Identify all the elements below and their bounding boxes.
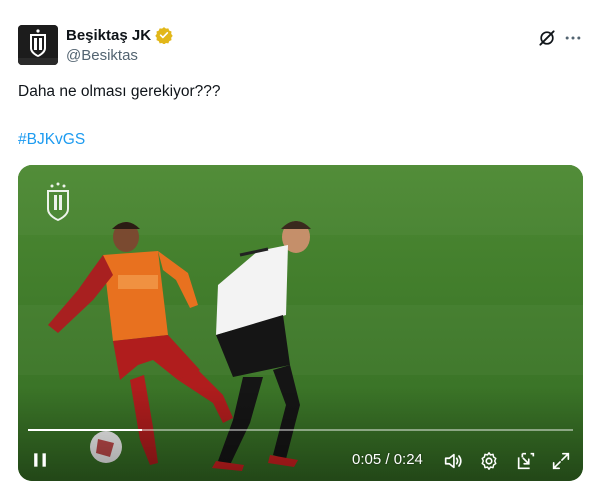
- settings-icon[interactable]: [478, 450, 500, 472]
- verified-badge-icon: [155, 27, 173, 44]
- more-icon[interactable]: [563, 28, 583, 48]
- tweet-text: Daha ne olması gerekiyor???: [18, 83, 221, 100]
- handle[interactable]: @Besiktas: [66, 47, 138, 64]
- display-name[interactable]: Beşiktaş JK: [66, 27, 151, 44]
- avatar[interactable]: [18, 25, 58, 65]
- video-progress-bar[interactable]: [28, 429, 573, 431]
- post-header: Beşiktaş JK @Besiktas: [18, 23, 583, 67]
- pause-icon[interactable]: [30, 450, 50, 470]
- video-frame: [18, 165, 583, 481]
- video-progress-fill: [28, 429, 143, 431]
- name-row: Beşiktaş JK: [66, 26, 173, 44]
- volume-icon[interactable]: [442, 450, 464, 472]
- besiktas-logo-icon: [18, 25, 58, 65]
- fullscreen-icon[interactable]: [550, 450, 572, 472]
- hashtag-link[interactable]: #BJKvGS: [18, 131, 85, 149]
- grok-icon[interactable]: [537, 28, 557, 48]
- video-controls: 0:05 / 0:24: [18, 443, 583, 479]
- video-player[interactable]: 0:05 / 0:24: [18, 165, 583, 481]
- popout-icon[interactable]: [515, 450, 537, 472]
- video-time-display: 0:05 / 0:24: [352, 451, 423, 468]
